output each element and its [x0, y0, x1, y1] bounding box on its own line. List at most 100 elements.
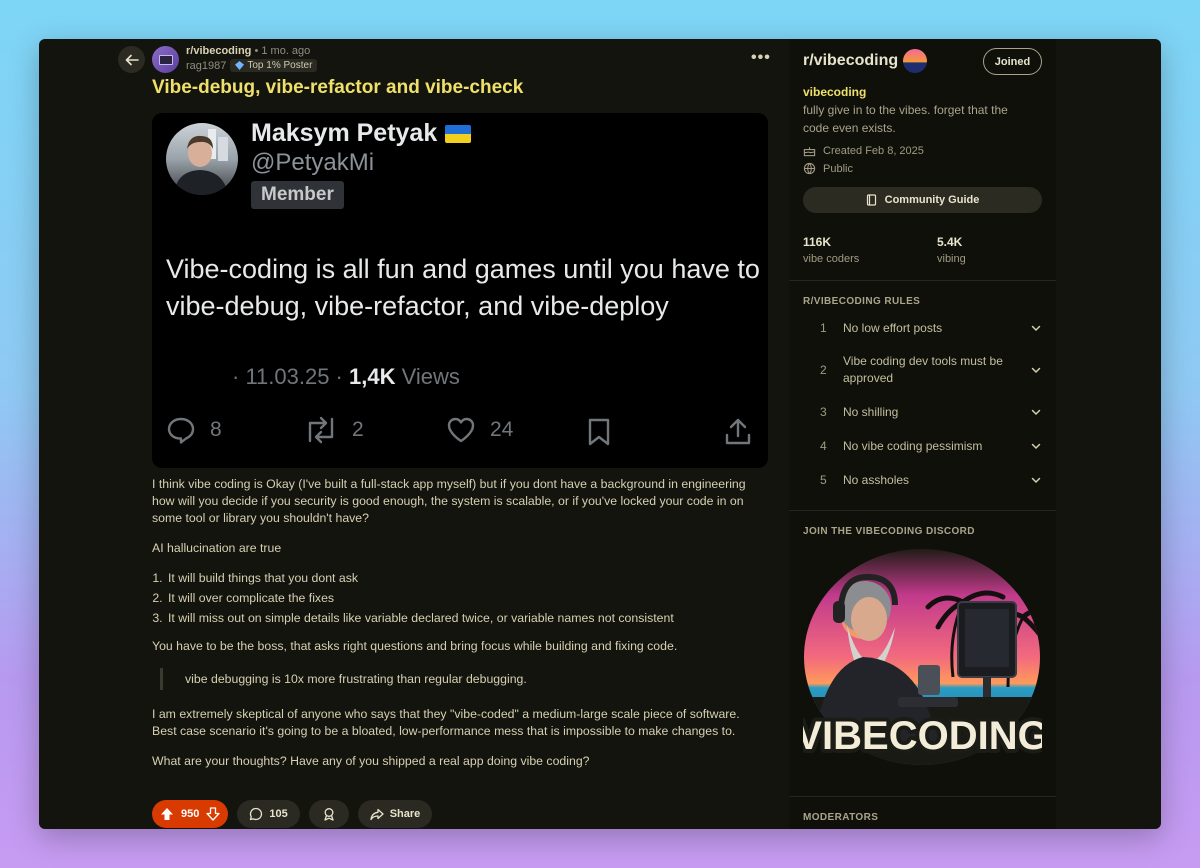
cake-icon [803, 147, 816, 157]
vote-pill: 950 [152, 800, 229, 828]
rule-item[interactable]: 2 Vibe coding dev tools must be approved [803, 352, 1042, 388]
tweet-like: 24 [446, 415, 513, 445]
community-guide-label: Community Guide [884, 194, 980, 206]
post-body: I think vibe coding is Okay (I've built … [152, 476, 762, 783]
tweet-name-text: Maksym Petyak [251, 119, 438, 147]
bookmark-icon [588, 418, 610, 446]
more-options-button[interactable]: ••• [751, 49, 771, 67]
flair-label: Top 1% Poster [247, 60, 313, 71]
tweet-retweet-count: 2 [352, 418, 364, 441]
reddit-window: r/vibecoding • 1 mo. ago rag1987 Top 1% … [39, 39, 1161, 829]
tweet-text: Vibe-coding is all fun and games until y… [166, 254, 760, 321]
chevron-down-icon [1031, 477, 1041, 484]
rule-item[interactable]: 3 No shilling [803, 402, 1042, 422]
discord-art-text: VIBECODING [803, 714, 1042, 758]
share-label: Share [389, 808, 421, 820]
rule-item[interactable]: 1 No low effort posts [803, 318, 1042, 338]
body-list: It will build things that you dont ask I… [166, 570, 762, 627]
joined-button[interactable]: Joined [983, 48, 1042, 75]
divider [789, 280, 1056, 281]
post-actions: 950 105 Share [152, 800, 433, 828]
body-paragraph: AI hallucination are true [152, 541, 282, 555]
rule-number: 3 [820, 405, 827, 419]
tweet-date: · 11.03.25 · [232, 364, 349, 389]
discord-banner-image[interactable]: VIBECODING VIBECODING [803, 547, 1042, 767]
member-label: vibe coders [803, 253, 860, 265]
back-arrow-icon [125, 54, 139, 65]
vote-count: 950 [181, 808, 200, 820]
chevron-down-icon [1031, 367, 1041, 374]
retweet-icon [308, 416, 334, 444]
body-paragraph: You have to be the boss, that asks right… [152, 639, 678, 653]
post-age: • 1 mo. ago [251, 45, 311, 57]
created-text: Created Feb 8, 2025 [823, 144, 924, 157]
tweet-member-badge: Member [251, 181, 344, 209]
book-icon [866, 194, 876, 206]
rule-number: 1 [820, 321, 827, 335]
discord-heading: JOIN THE VIBECODING DISCORD [803, 526, 975, 537]
author-line: rag1987 Top 1% Poster [186, 59, 318, 72]
share-upload-icon [725, 418, 751, 445]
sidebar-title[interactable]: r/vibecoding [803, 52, 898, 70]
tweet-views-label: Views [395, 364, 460, 389]
rule-number: 2 [820, 363, 827, 377]
rule-number: 4 [820, 439, 827, 453]
rule-text: No low effort posts [843, 320, 943, 335]
upvote-icon[interactable] [160, 807, 174, 821]
rule-text: No vibe coding pessimism [843, 438, 983, 453]
subreddit-avatar[interactable] [152, 46, 179, 73]
award-icon [324, 808, 334, 821]
member-count: 116K [803, 235, 832, 249]
tweet-reply-count: 8 [210, 418, 222, 441]
globe-icon [803, 162, 816, 175]
online-label: vibing [937, 253, 966, 265]
user-flair: Top 1% Poster [230, 59, 318, 72]
divider [789, 510, 1056, 511]
chevron-down-icon [1031, 443, 1041, 450]
body-paragraph: I think vibe coding is Okay (I've built … [152, 477, 746, 525]
reply-icon [167, 417, 195, 444]
rule-item[interactable]: 4 No vibe coding pessimism [803, 436, 1042, 456]
list-item: It will build things that you dont ask [166, 570, 762, 587]
visibility: Public [803, 162, 853, 175]
community-description: fully give in to the vibes. forget that … [803, 103, 1008, 135]
like-icon [447, 417, 475, 443]
body-paragraph: What are your thoughts? Have any of you … [152, 754, 590, 768]
comments-button[interactable]: 105 [237, 800, 300, 828]
tweet-avatar [166, 123, 238, 195]
post-meta: r/vibecoding • 1 mo. ago [186, 45, 310, 57]
tweet-actions: 8 2 24 [166, 415, 756, 451]
tweet-image[interactable]: Maksym Petyak @PetyakMi Member Vibe-codi… [152, 113, 768, 468]
comment-count: 105 [269, 808, 288, 820]
rule-number: 5 [820, 473, 827, 487]
rule-text: Vibe coding dev tools must be approved [843, 354, 1003, 385]
subreddit-icon [903, 49, 927, 73]
downvote-icon[interactable] [206, 807, 221, 821]
back-button[interactable] [118, 46, 145, 73]
ukraine-flag-icon [445, 124, 472, 143]
divider [789, 796, 1056, 797]
community-sidebar: r/vibecoding Joined vibecoding fully giv… [789, 39, 1056, 829]
tweet-like-count: 24 [490, 418, 514, 441]
visibility-text: Public [823, 162, 853, 175]
rule-item[interactable]: 5 No assholes [803, 470, 1042, 490]
tweet-retweet: 2 [304, 415, 364, 445]
share-button[interactable]: Share [357, 800, 433, 828]
block-quote: vibe debugging is 10x more frustrating t… [160, 668, 762, 690]
tweet-author-name: Maksym Petyak [251, 119, 472, 148]
award-button[interactable] [308, 800, 349, 828]
author-link[interactable]: rag1987 [186, 60, 226, 72]
tweet-reply: 8 [166, 415, 222, 445]
community-guide-button[interactable]: Community Guide [803, 187, 1042, 213]
online-count: 5.4K [937, 235, 963, 249]
moderators-heading: MODERATORS [803, 812, 879, 823]
body-paragraph: I am extremely skeptical of anyone who s… [152, 707, 740, 738]
share-icon [370, 808, 384, 821]
created-date: Created Feb 8, 2025 [803, 144, 924, 157]
post-column: r/vibecoding • 1 mo. ago rag1987 Top 1% … [39, 39, 789, 829]
chevron-down-icon [1031, 325, 1041, 332]
subreddit-link[interactable]: r/vibecoding [186, 45, 251, 57]
comment-icon [250, 807, 263, 821]
chevron-down-icon [1031, 409, 1041, 416]
list-item: It will miss out on simple details like … [166, 610, 762, 627]
